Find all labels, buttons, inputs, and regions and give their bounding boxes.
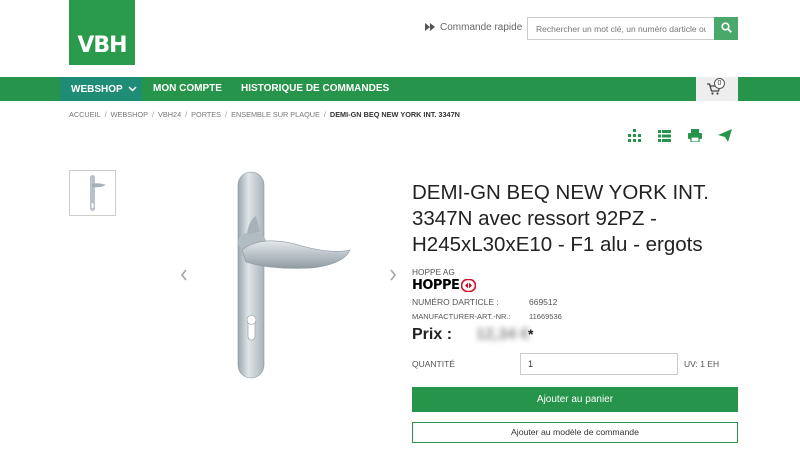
hoppe-logo-text: HOPPE (412, 277, 460, 293)
quick-order-link[interactable]: Commande rapide (425, 22, 522, 33)
breadcrumb-ensemble[interactable]: ENSEMBLE SUR PLAQUE (231, 110, 320, 119)
search-bar (527, 17, 738, 40)
product-title: DEMI-GN BEQ NEW YORK INT. 3347N avec res… (412, 181, 709, 256)
main-nav: WEBSHOP MON COMPTE HISTORIQUE DE COMMAND… (0, 77, 800, 101)
chevron-down-icon (128, 84, 137, 94)
breadcrumb-portes[interactable]: PORTES (191, 110, 221, 119)
nav-webshop[interactable]: WEBSHOP (60, 77, 142, 101)
breadcrumb-separator: / (225, 110, 228, 119)
send-icon[interactable] (717, 128, 732, 143)
breadcrumb-current: DEMI-GN BEQ NEW YORK INT. 3347N (329, 110, 460, 119)
manufacturer-number-label: MANUFACTURER-ART.-NR.: (412, 312, 511, 321)
breadcrumb: ACCUEIL / WEBSHOP / VBH24/PORTES / ENSEMBLE SU… (69, 110, 460, 119)
vbh-logo[interactable]: VBH (69, 0, 135, 65)
product-image (237, 171, 351, 379)
search-icon (720, 20, 732, 38)
hoppe-logo-mark (461, 278, 477, 292)
nav-historique-label: HISTORIQUE DE COMMANDES (241, 83, 390, 94)
cart-button[interactable]: 0 (696, 77, 738, 101)
print-icon[interactable] (687, 128, 702, 143)
nav-mon-compte[interactable]: MON COMPTE (153, 77, 222, 101)
handle-thumbnail-image (89, 175, 106, 211)
search-input[interactable] (527, 17, 714, 40)
quantity-input[interactable] (520, 353, 678, 375)
breadcrumb-vbh24[interactable]: VBH24 (158, 110, 181, 119)
breadcrumb-separator: / (151, 110, 155, 119)
hoppe-logo: HOPPE (412, 277, 477, 293)
add-to-order-template-button[interactable]: Ajouter au modèle de commande (412, 422, 738, 443)
gallery-next-arrow[interactable] (389, 268, 397, 284)
manufacturer-number-value: 11669536 (529, 312, 562, 321)
product-page: VBH Commande rapide WEBSHOP MON COMPTE H… (0, 0, 800, 467)
fast-forward-icon (425, 22, 435, 33)
quantity-label: QUANTITÉ (412, 359, 455, 369)
breadcrumb-separator: / (185, 110, 188, 119)
search-button[interactable] (714, 17, 738, 40)
brand-name: HOPPE AG (412, 267, 455, 277)
product-thumbnail[interactable] (69, 170, 116, 216)
unit-label: UV: 1 EH (684, 359, 720, 369)
article-number-label: NUMÉRO DARTICLE : (412, 297, 499, 307)
price-note: * (528, 326, 534, 342)
list-icon[interactable] (657, 128, 672, 143)
nav-webshop-label: WEBSHOP (71, 84, 123, 95)
barcode-grid-icon[interactable] (627, 128, 642, 143)
product-actions (627, 128, 732, 143)
breadcrumb-accueil[interactable]: ACCUEIL (69, 110, 101, 119)
quick-order-label: Commande rapide (440, 22, 523, 33)
article-number-value: 669512 (529, 297, 558, 307)
nav-historique[interactable]: HISTORIQUE DE COMMANDES (241, 77, 389, 101)
logo-text: VBH (77, 33, 127, 58)
cart-count-badge: 0 (714, 78, 725, 89)
price-value: 12,34 € (476, 326, 530, 343)
breadcrumb-separator: / (323, 110, 326, 119)
breadcrumb-webshop[interactable]: WEBSHOP (111, 110, 148, 119)
add-to-cart-button[interactable]: Ajouter au panier (412, 387, 738, 412)
gallery-prev-arrow[interactable] (180, 268, 188, 284)
breadcrumb-separator: / (104, 110, 107, 119)
nav-mon-compte-label: MON COMPTE (153, 83, 222, 94)
price-label: Prix : (412, 326, 453, 343)
